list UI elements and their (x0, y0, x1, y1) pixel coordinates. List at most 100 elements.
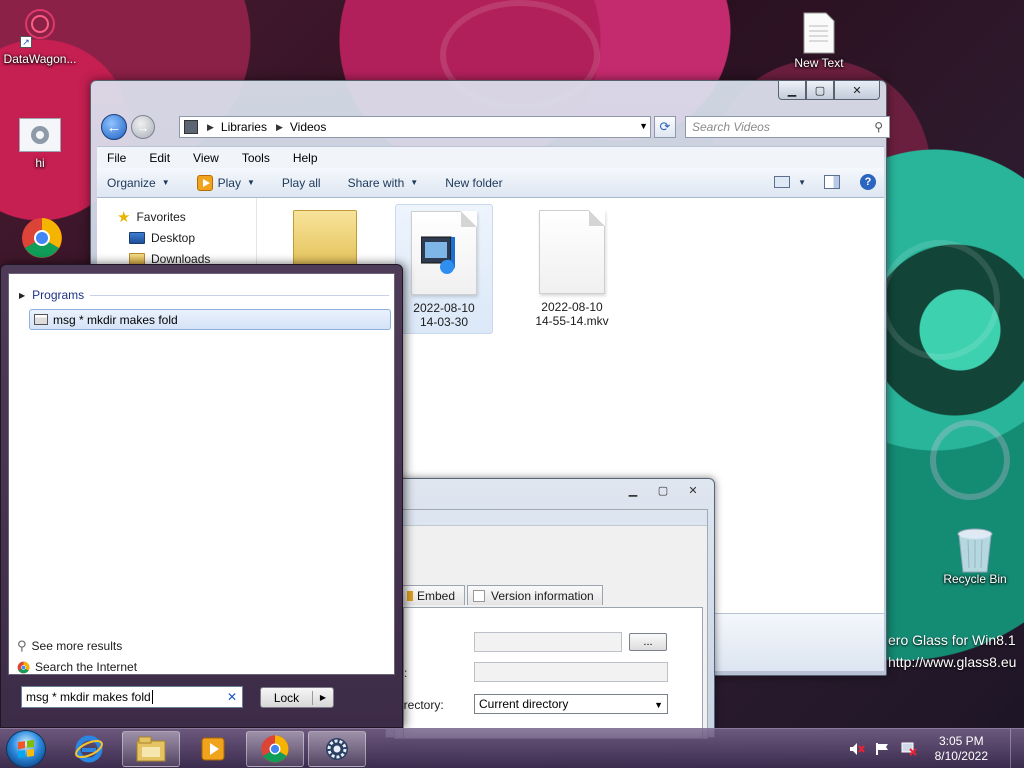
settings-shortcut-icon (19, 118, 61, 152)
address-history-dropdown-icon[interactable]: ▼ (639, 121, 648, 131)
embed-icon (407, 590, 413, 601)
start-search-input[interactable]: msg * mkdir makes fold ✕ (21, 686, 243, 708)
chevron-down-icon: ▼ (161, 178, 170, 187)
desktop-icon-chrome[interactable] (0, 216, 80, 260)
breadcrumb-videos[interactable]: Videos (290, 120, 326, 134)
close-button[interactable]: ✕ (834, 81, 880, 100)
system-tray: 3:05 PM 8/10/2022 (849, 729, 1024, 768)
videos-library-icon (184, 120, 198, 134)
desktop-icon-hi[interactable]: hi (0, 118, 80, 170)
help-icon[interactable]: ? (860, 174, 876, 190)
tab-embed[interactable]: Embed (401, 585, 465, 605)
search-internet-link[interactable]: Search the Internet (17, 660, 137, 674)
directory-label: irectory: (401, 698, 444, 712)
network-disconnected-icon[interactable] (901, 742, 917, 756)
file-item-video[interactable]: 2022-08-10 14-03-30 (395, 204, 493, 334)
organize-button[interactable]: Organize ▼ (107, 176, 170, 190)
chevron-down-icon[interactable]: ▼ (798, 178, 806, 187)
breadcrumb-libraries[interactable]: Libraries (221, 120, 267, 134)
share-with-button[interactable]: Share with ▼ (348, 176, 419, 190)
tab-page: ... : irectory: Current directory ▼ (401, 607, 703, 739)
programs-section-header[interactable]: ▶ Programs (19, 288, 389, 302)
menu-view[interactable]: View (188, 151, 224, 165)
menu-edit[interactable]: Edit (144, 151, 175, 165)
lock-button-label: Lock (261, 690, 313, 705)
taskbar-file-explorer[interactable] (122, 731, 180, 767)
change-view-icon[interactable] (774, 176, 791, 188)
minimize-icon[interactable]: ▁ (620, 481, 646, 499)
refresh-button[interactable]: ⟳ (654, 116, 676, 138)
close-icon[interactable]: ✕ (680, 481, 706, 499)
menu-help[interactable]: Help (288, 151, 323, 165)
file-explorer-icon (136, 736, 166, 762)
file-name-line1: 2022-08-10 (541, 300, 603, 314)
tab-version-information[interactable]: Version information (467, 585, 603, 605)
preview-pane-icon[interactable] (824, 175, 840, 189)
window-caption-buttons: ▁ ▢ ✕ (778, 81, 880, 100)
expand-triangle-icon: ▶ (19, 290, 26, 300)
chrome-icon (17, 661, 30, 673)
program-result-item[interactable]: msg * mkdir makes fold (29, 309, 391, 330)
taskbar-media-player[interactable] (184, 731, 242, 767)
taskbar-internet-explorer[interactable] (60, 731, 118, 767)
wallpaper-swirl (880, 240, 1000, 360)
share-with-label: Share with (347, 175, 405, 190)
desktop-icon-recycle-bin[interactable]: Recycle Bin (935, 528, 1015, 586)
taskbar-settings[interactable] (308, 731, 366, 767)
file-item-mkv[interactable]: 2022-08-10 14-55-14.mkv (523, 204, 621, 334)
programs-label: Programs (32, 288, 85, 302)
directory-select[interactable]: Current directory ▼ (474, 694, 668, 714)
address-bar[interactable]: ▶ Libraries ▶ Videos ▼ (179, 116, 651, 138)
breadcrumb-separator-icon[interactable]: ▶ (276, 122, 283, 133)
nav-favorites[interactable]: ★ Favorites (117, 208, 186, 226)
desktop-icon-label: Recycle Bin (943, 572, 1007, 586)
maximize-icon[interactable]: ▢ (650, 481, 676, 499)
organize-label: Organize (107, 175, 156, 190)
search-results-panel: ▶ Programs msg * mkdir makes fold ⚲ See … (8, 273, 395, 675)
see-more-results-link[interactable]: ⚲ See more results (17, 638, 122, 654)
wallpaper-swirl (930, 420, 1010, 500)
properties-dialog[interactable]: ▁ ▢ ✕ Embed Version information ... : ir… (385, 478, 715, 739)
chevron-down-icon: ▼ (654, 700, 663, 710)
chrome-icon (20, 216, 62, 258)
show-desktop-button[interactable] (1010, 729, 1024, 768)
minimize-button[interactable]: ▁ (778, 81, 806, 100)
desktop-folder-icon (129, 232, 145, 244)
breadcrumb-separator-icon[interactable]: ▶ (207, 122, 214, 133)
parameters-field[interactable] (474, 662, 668, 682)
play-all-label: Play all (281, 175, 321, 190)
action-center-icon[interactable] (875, 742, 891, 756)
text-document-icon (799, 12, 839, 54)
lock-button[interactable]: Lock ▶ (260, 687, 334, 708)
taskbar-chrome[interactable] (246, 731, 304, 767)
search-icon[interactable]: ⚲ (874, 120, 883, 134)
file-name-line1: 2022-08-10 (413, 301, 475, 315)
desktop-icon-new-text[interactable]: New Text (779, 12, 859, 70)
new-folder-button[interactable]: New folder (445, 176, 502, 190)
play-label: Play (217, 175, 241, 190)
back-button[interactable]: ← (101, 114, 127, 140)
play-icon (196, 174, 213, 191)
power-options-arrow-icon[interactable]: ▶ (313, 693, 333, 702)
system-clock[interactable]: 3:05 PM 8/10/2022 (935, 734, 988, 764)
chrome-icon (261, 735, 289, 763)
start-menu[interactable]: ▶ Programs msg * mkdir makes fold ⚲ See … (0, 264, 403, 728)
maximize-button[interactable]: ▢ (806, 81, 834, 100)
play-all-button[interactable]: Play all (282, 176, 321, 190)
forward-button[interactable]: → (131, 115, 155, 139)
start-button[interactable] (6, 730, 46, 768)
text-cursor (151, 690, 153, 704)
dialog-body: Embed Version information ... : irectory… (394, 509, 708, 739)
volume-muted-icon[interactable] (849, 742, 865, 756)
nav-desktop[interactable]: Desktop (129, 231, 195, 245)
menu-file[interactable]: File (102, 151, 131, 165)
menu-bar: File Edit View Tools Help (97, 146, 884, 168)
search-videos-input[interactable]: Search Videos ⚲ (685, 116, 890, 138)
browse-button[interactable]: ... (629, 633, 667, 651)
desktop-icon-datawagon[interactable]: ↗ DataWagon... (0, 8, 80, 66)
play-button[interactable]: Play ▼ (196, 174, 255, 191)
clear-search-icon[interactable]: ✕ (227, 690, 237, 704)
menu-tools[interactable]: Tools (237, 151, 275, 165)
path-field[interactable] (474, 632, 622, 652)
desktop-icon-label: DataWagon... (3, 52, 77, 66)
